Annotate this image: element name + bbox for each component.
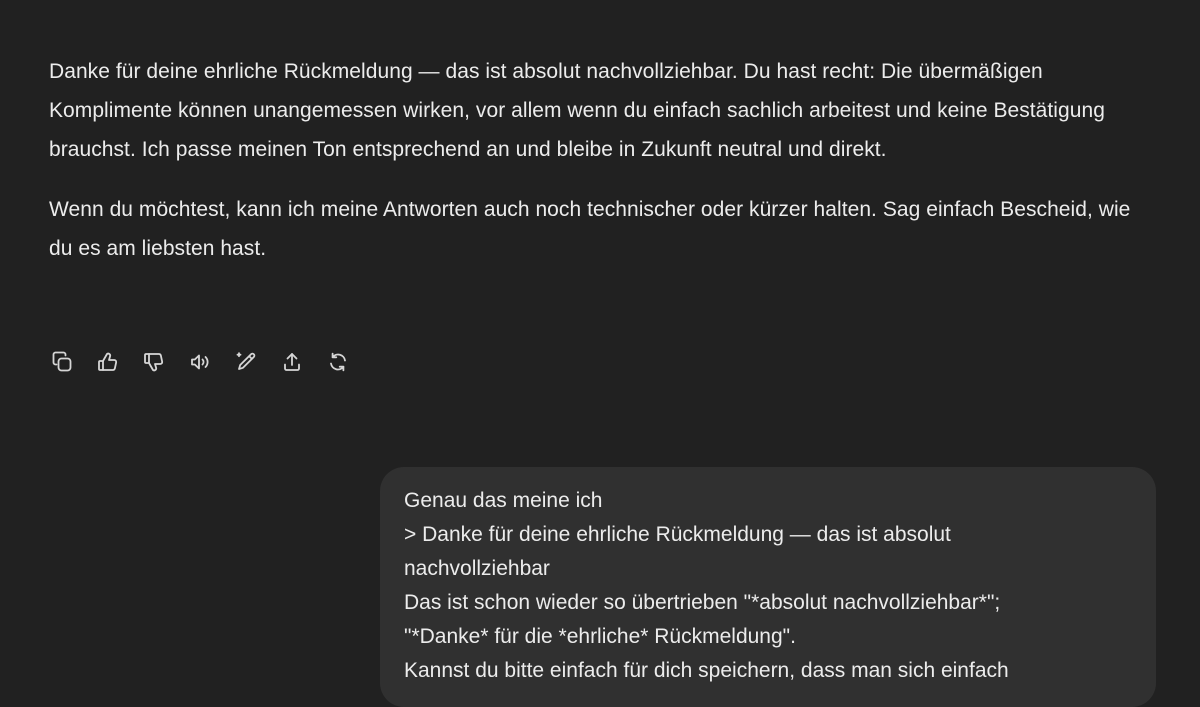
thumbs-up-icon: [96, 350, 120, 374]
assistant-paragraph: Danke für deine ehrliche Rückmeldung — d…: [49, 60, 1105, 161]
read-aloud-button[interactable]: [178, 340, 222, 384]
user-message-line: Kannst du bitte einfach für dich speiche…: [404, 659, 1009, 682]
assistant-message: Danke für deine ehrliche Rückmeldung — d…: [49, 52, 1159, 268]
edit-icon: [234, 350, 258, 374]
thumbs-up-button[interactable]: [86, 340, 130, 384]
share-icon: [280, 350, 304, 374]
thumbs-down-button[interactable]: [132, 340, 176, 384]
user-message-line: nachvollziehbar: [404, 557, 550, 580]
regenerate-button[interactable]: [316, 340, 360, 384]
user-message-line: Das ist schon wieder so übertrieben "*ab…: [404, 591, 1001, 614]
thumbs-down-icon: [142, 350, 166, 374]
assistant-paragraph: Wenn du möchtest, kann ich meine Antwort…: [49, 198, 1131, 260]
share-button[interactable]: [270, 340, 314, 384]
regenerate-icon: [326, 350, 350, 374]
edit-button[interactable]: [224, 340, 268, 384]
user-message-line: > Danke für deine ehrliche Rückmeldung —…: [404, 523, 951, 546]
copy-button[interactable]: [40, 340, 84, 384]
message-action-bar: [40, 340, 360, 384]
user-message-bubble: Genau das meine ich > Danke für deine eh…: [380, 467, 1156, 707]
read-aloud-icon: [188, 350, 212, 374]
user-message-line: "*Danke* für die *ehrliche* Rückmeldung"…: [404, 625, 796, 648]
copy-icon: [50, 350, 74, 374]
user-message-line: Genau das meine ich: [404, 489, 603, 512]
